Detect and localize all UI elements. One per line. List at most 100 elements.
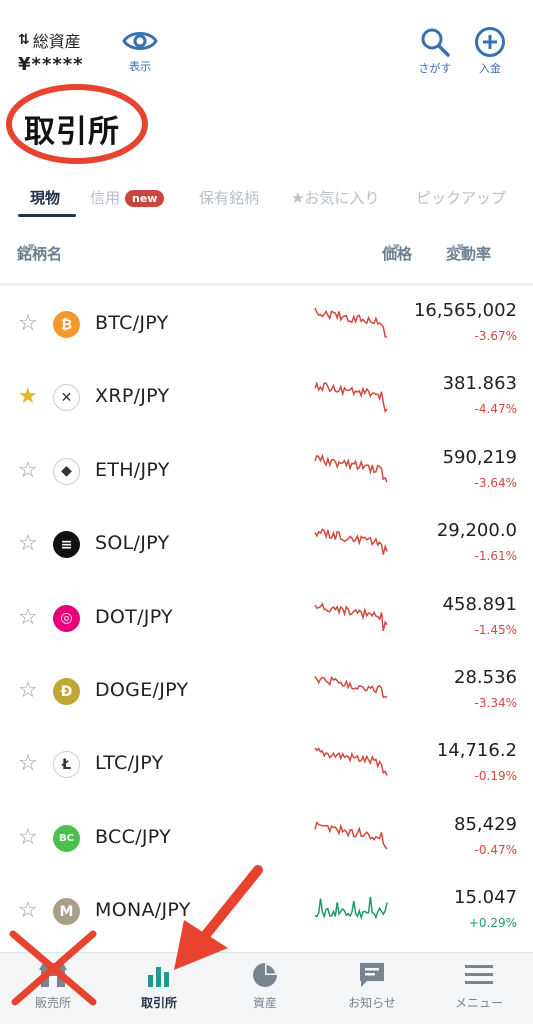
deposit-button[interactable]: 入金 bbox=[464, 26, 516, 76]
change-value: -0.19% bbox=[474, 769, 517, 784]
xrp-icon: ✕ bbox=[53, 384, 80, 412]
total-assets-value: ¥***** bbox=[18, 54, 84, 75]
dogecoin-icon: Đ bbox=[53, 678, 80, 705]
pie-chart-icon bbox=[253, 963, 277, 987]
search-button[interactable]: さがす bbox=[409, 26, 461, 76]
nav-exchange-label: 取引所 bbox=[140, 996, 177, 1010]
change-value: +0.29% bbox=[468, 916, 517, 931]
star-outline-icon[interactable]: ☆ bbox=[18, 313, 38, 335]
market-row[interactable]: ★ ✕ XRP/JPY 381.863 -4.47% bbox=[0, 361, 533, 434]
price-value: 590,219 bbox=[442, 446, 517, 468]
market-row[interactable]: ☆ M MONA/JPY 15.047 +0.29% bbox=[0, 875, 533, 948]
change-value: -1.45% bbox=[474, 622, 517, 637]
star-outline-icon[interactable]: ☆ bbox=[18, 533, 38, 555]
bitcoin-cash-icon: BC bbox=[53, 824, 80, 852]
app-header: ⇅ 総資産 ¥***** 表示 さがす 入金 bbox=[0, 0, 533, 90]
price-value: 85,429 bbox=[454, 813, 517, 835]
nav-assets[interactable]: 資産 bbox=[212, 961, 318, 1011]
litecoin-icon: Ł bbox=[53, 751, 80, 779]
star-outline-icon[interactable]: ☆ bbox=[18, 606, 38, 629]
star-outline-icon[interactable]: ☆ bbox=[18, 826, 38, 849]
polkadot-icon: ◎ bbox=[53, 604, 80, 632]
bitcoin-icon: ₿ bbox=[53, 311, 80, 338]
show-label: 表示 bbox=[129, 60, 151, 73]
bottom-nav: 販売所 取引所 資産 お知らせ メニュー bbox=[0, 952, 533, 1024]
star-filled-icon[interactable]: ★ bbox=[18, 386, 38, 408]
tab-spot[interactable]: 現物 bbox=[30, 187, 60, 208]
sparkline-chart bbox=[314, 820, 388, 850]
tab-holdings[interactable]: 保有銘柄 bbox=[199, 187, 259, 208]
pair-name: BCC/JPY bbox=[95, 825, 171, 848]
page-title-area: 取引所 bbox=[4, 80, 150, 166]
price-value: 16,565,002 bbox=[413, 300, 517, 321]
change-value: -0.47% bbox=[474, 842, 517, 857]
sparkline-chart bbox=[314, 675, 388, 699]
price-value: 14,716.2 bbox=[436, 740, 517, 762]
pair-name: MONA/JPY bbox=[95, 899, 191, 922]
show-button[interactable]: 表示 bbox=[114, 26, 166, 74]
tab-margin[interactable]: 信用 new bbox=[90, 187, 165, 208]
sort-icon: ▲▼ bbox=[21, 243, 35, 253]
market-row[interactable]: ☆ ◆ ETH/JPY 590,219 -3.64% bbox=[0, 435, 533, 508]
nav-shop[interactable]: 販売所 bbox=[0, 961, 106, 1011]
sort-icon: ▲▼ bbox=[450, 243, 464, 253]
star-outline-icon[interactable]: ☆ bbox=[18, 900, 38, 922]
market-row[interactable]: ☆ Ł LTC/JPY 14,716.2 -0.19% bbox=[0, 728, 533, 801]
menu-icon bbox=[465, 965, 493, 984]
search-label: さがす bbox=[418, 62, 452, 75]
pair-name: ETH/JPY bbox=[95, 458, 170, 481]
nav-menu-label: メニュー bbox=[454, 996, 503, 1010]
nav-menu[interactable]: メニュー bbox=[426, 961, 532, 1011]
message-icon bbox=[360, 963, 384, 987]
market-row[interactable]: ☆ ◎ DOT/JPY 458.891 -1.45% bbox=[0, 582, 533, 655]
change-value: -3.67% bbox=[474, 329, 517, 343]
column-header: 銘柄名 ▲▼ 価格 ▲▼ 変動率 ▲▼ bbox=[17, 243, 492, 263]
nav-news-label: お知らせ bbox=[348, 996, 396, 1010]
divider bbox=[0, 283, 533, 286]
sort-icon: ▲▼ bbox=[386, 243, 400, 253]
market-row[interactable]: ☆ Đ DOGE/JPY 28.536 -3.34% bbox=[0, 655, 533, 728]
nav-news[interactable]: お知らせ bbox=[319, 961, 425, 1011]
market-row[interactable]: ☆ ₿ BTC/JPY 16,565,002 -3.67% bbox=[0, 288, 533, 361]
pair-name: LTC/JPY bbox=[95, 752, 164, 775]
price-value: 28.536 bbox=[454, 667, 517, 688]
monacoin-icon: M bbox=[53, 898, 80, 926]
pair-name: DOGE/JPY bbox=[95, 679, 189, 701]
pair-name: BTC/JPY bbox=[95, 312, 169, 334]
pair-name: XRP/JPY bbox=[95, 385, 170, 408]
tab-pickup[interactable]: ピックアップ bbox=[416, 187, 506, 208]
total-assets-label: 総資産 bbox=[32, 32, 81, 51]
nav-exchange[interactable]: 取引所 bbox=[106, 961, 212, 1011]
search-icon bbox=[421, 28, 450, 57]
price-value: 29,200.0 bbox=[436, 520, 517, 542]
nav-assets-label: 資産 bbox=[252, 996, 277, 1010]
active-tab-indicator bbox=[18, 214, 76, 217]
star-outline-icon[interactable]: ☆ bbox=[18, 680, 38, 702]
sparkline-chart bbox=[314, 528, 388, 555]
tab-favorites[interactable]: ★お気に入り bbox=[291, 187, 379, 208]
sparkline-chart bbox=[314, 896, 388, 921]
deposit-label: 入金 bbox=[479, 62, 501, 75]
sparkline-chart bbox=[314, 453, 388, 483]
market-tabs: 現物 信用 new 保有銘柄 ★お気に入り ピックアップ bbox=[0, 183, 533, 219]
sparkline-chart bbox=[314, 601, 388, 631]
sparkline-chart bbox=[314, 747, 388, 777]
price-value: 381.863 bbox=[442, 373, 517, 395]
bar-chart-icon bbox=[148, 967, 169, 987]
price-value: 458.891 bbox=[442, 593, 517, 615]
sparkline-chart bbox=[314, 307, 387, 338]
eye-icon bbox=[122, 32, 158, 50]
change-value: -3.64% bbox=[474, 475, 517, 490]
plus-circle-icon bbox=[475, 27, 505, 57]
pair-name: DOT/JPY bbox=[95, 605, 173, 628]
price-value: 15.047 bbox=[454, 887, 517, 909]
nav-shop-label: 販売所 bbox=[34, 996, 71, 1010]
market-row[interactable]: ☆ BC BCC/JPY 85,429 -0.47% bbox=[0, 802, 533, 875]
star-outline-icon[interactable]: ☆ bbox=[18, 459, 38, 482]
market-row[interactable]: ☆ ≡ SOL/JPY 29,200.0 -1.61% bbox=[0, 508, 533, 581]
change-value: -4.47% bbox=[474, 402, 517, 417]
star-outline-icon[interactable]: ☆ bbox=[18, 753, 38, 775]
new-badge: new bbox=[125, 190, 165, 207]
change-value: -3.34% bbox=[474, 696, 517, 710]
total-assets[interactable]: ⇅ 総資産 ¥***** bbox=[18, 28, 84, 75]
